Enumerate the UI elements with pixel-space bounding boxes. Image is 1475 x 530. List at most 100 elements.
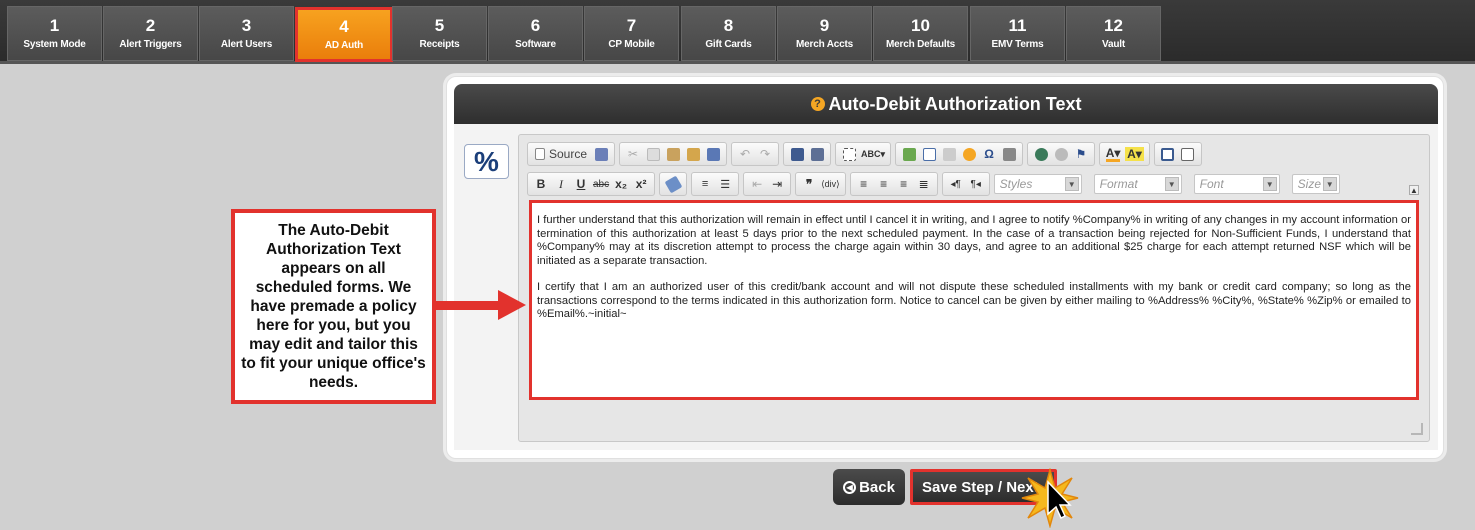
- rtl-button[interactable]: ¶◂: [966, 174, 986, 194]
- step-7-cp-mobile[interactable]: 7 CP Mobile: [584, 6, 679, 61]
- bold-button[interactable]: B: [531, 174, 551, 194]
- cut-button[interactable]: ✂: [623, 144, 643, 164]
- eraser-icon: [664, 175, 683, 193]
- collapse-toolbar-icon[interactable]: ▲: [1409, 185, 1419, 195]
- styles-select[interactable]: Styles ▼: [993, 174, 1082, 194]
- step-5-receipts[interactable]: 5 Receipts: [392, 6, 487, 61]
- select-all-button[interactable]: [839, 144, 859, 164]
- copy-button[interactable]: [643, 144, 663, 164]
- size-select[interactable]: Size ▼: [1291, 174, 1340, 194]
- insert-placeholder-button[interactable]: %: [464, 144, 509, 179]
- flag-icon: ⚑: [1075, 147, 1087, 161]
- outdent-icon: ⇤: [752, 177, 763, 191]
- source-icon: [535, 148, 545, 160]
- paste-text-button[interactable]: [683, 144, 703, 164]
- editor-content-area[interactable]: I further understand that this authoriza…: [529, 200, 1419, 400]
- styles-select-label: Styles: [999, 177, 1033, 191]
- bulleted-list-button[interactable]: ☰: [715, 174, 735, 194]
- text-color-button[interactable]: A▾: [1103, 144, 1123, 164]
- subscript-button[interactable]: x₂: [611, 174, 631, 194]
- horizontal-rule-button[interactable]: [939, 144, 959, 164]
- toolbar-group-document: Source: [527, 142, 616, 166]
- callout-arrow-head: [498, 290, 526, 320]
- unlink-button[interactable]: [1051, 144, 1071, 164]
- step-label: Merch Defaults: [886, 39, 955, 50]
- source-button[interactable]: Source: [531, 144, 591, 164]
- step-1-system-mode[interactable]: 1 System Mode: [7, 6, 102, 61]
- step-9-merch-accts[interactable]: 9 Merch Accts: [777, 6, 872, 61]
- numbered-list-button[interactable]: ≡: [695, 174, 715, 194]
- spellcheck-icon: ABC▾: [861, 148, 886, 159]
- strike-button[interactable]: abc: [591, 174, 611, 194]
- step-11-emv-terms[interactable]: 11 EMV Terms: [970, 6, 1065, 61]
- authorization-paragraph-1: I further understand that this authoriza…: [537, 214, 1411, 267]
- div-icon: ⟨div⟩: [821, 178, 840, 189]
- step-12-vault[interactable]: 12 Vault: [1066, 6, 1161, 61]
- paste-word-button[interactable]: [703, 144, 723, 164]
- chevron-down-icon: ▼: [1164, 177, 1179, 191]
- bg-color-button[interactable]: A▾: [1123, 144, 1146, 164]
- replace-icon: [810, 147, 824, 161]
- outdent-button[interactable]: ⇤: [747, 174, 767, 194]
- align-justify-button[interactable]: ≣: [914, 174, 934, 194]
- redo-button[interactable]: ↷: [755, 144, 775, 164]
- undo-button[interactable]: ↶: [735, 144, 755, 164]
- italic-button[interactable]: I: [551, 174, 571, 194]
- step-label: CP Mobile: [608, 39, 655, 50]
- preview-button[interactable]: [1178, 144, 1198, 164]
- paste-word-icon: [706, 147, 720, 161]
- print-button[interactable]: [591, 144, 611, 164]
- superscript-button[interactable]: x²: [631, 174, 651, 194]
- table-icon: [922, 147, 936, 161]
- undo-icon: ↶: [740, 147, 751, 161]
- step-4-ad-auth[interactable]: 4 AD Auth: [295, 7, 393, 62]
- toolbar-group-select: ABC▾: [835, 142, 892, 166]
- step-number: 4: [339, 17, 349, 36]
- underline-button[interactable]: U: [571, 174, 591, 194]
- ltr-icon: ◂¶: [950, 178, 961, 190]
- toolbar-group-list: ≡ ☰: [691, 172, 740, 196]
- help-icon[interactable]: ?: [810, 97, 825, 111]
- wizard-step-bar: 1 System Mode 2 Alert Triggers 3 Alert U…: [0, 0, 1475, 64]
- step-label: Alert Users: [220, 39, 273, 50]
- instruction-callout: The Auto-Debit Authorization Text appear…: [231, 209, 436, 404]
- spellcheck-button[interactable]: ABC▾: [859, 144, 887, 164]
- back-button[interactable]: ◀ Back: [833, 469, 905, 505]
- table-button[interactable]: [919, 144, 939, 164]
- ltr-button[interactable]: ◂¶: [946, 174, 966, 194]
- step-3-alert-users[interactable]: 3 Alert Users: [199, 6, 294, 61]
- link-button[interactable]: [1031, 144, 1051, 164]
- toolbar-group-direction: ◂¶ ¶◂: [941, 172, 990, 196]
- indent-button[interactable]: ⇥: [767, 174, 787, 194]
- blockquote-button[interactable]: ❞: [799, 174, 819, 194]
- div-button[interactable]: ⟨div⟩: [819, 174, 842, 194]
- paste-icon: [666, 147, 680, 161]
- format-select[interactable]: Format ▼: [1093, 174, 1182, 194]
- step-2-alert-triggers[interactable]: 2 Alert Triggers: [103, 6, 198, 61]
- page-break-button[interactable]: [999, 144, 1019, 164]
- step-10-merch-defaults[interactable]: 10 Merch Defaults: [873, 6, 968, 61]
- resize-grip-icon[interactable]: [1411, 423, 1423, 435]
- special-char-button[interactable]: Ω: [979, 144, 999, 164]
- font-select[interactable]: Font ▼: [1193, 174, 1280, 194]
- find-button[interactable]: [787, 144, 807, 164]
- align-left-button[interactable]: ≡: [854, 174, 874, 194]
- image-button[interactable]: [899, 144, 919, 164]
- align-center-button[interactable]: ≡: [874, 174, 894, 194]
- format-select-label: Format: [1099, 177, 1138, 191]
- anchor-button[interactable]: ⚑: [1071, 144, 1091, 164]
- paste-button[interactable]: [663, 144, 683, 164]
- step-6-software[interactable]: 6 Software: [488, 6, 583, 61]
- toolbar-row-2: B I U abc x₂ x² ≡ ☰ ⇤ ⇥ ❞ ⟨div⟩ ≡ ≡ ≡ ≣ …: [527, 172, 1348, 196]
- smiley-button[interactable]: [959, 144, 979, 164]
- toolbar-group-find: [783, 142, 832, 166]
- step-8-gift-cards[interactable]: 8 Gift Cards: [681, 6, 776, 61]
- maximize-button[interactable]: [1158, 144, 1178, 164]
- step-label: AD Auth: [324, 40, 364, 51]
- remove-format-button[interactable]: [663, 174, 683, 194]
- print-icon: [594, 147, 608, 161]
- unlink-icon: [1054, 147, 1068, 161]
- align-right-button[interactable]: ≡: [894, 174, 914, 194]
- replace-button[interactable]: [807, 144, 827, 164]
- chevron-down-icon: ▼: [1322, 177, 1337, 191]
